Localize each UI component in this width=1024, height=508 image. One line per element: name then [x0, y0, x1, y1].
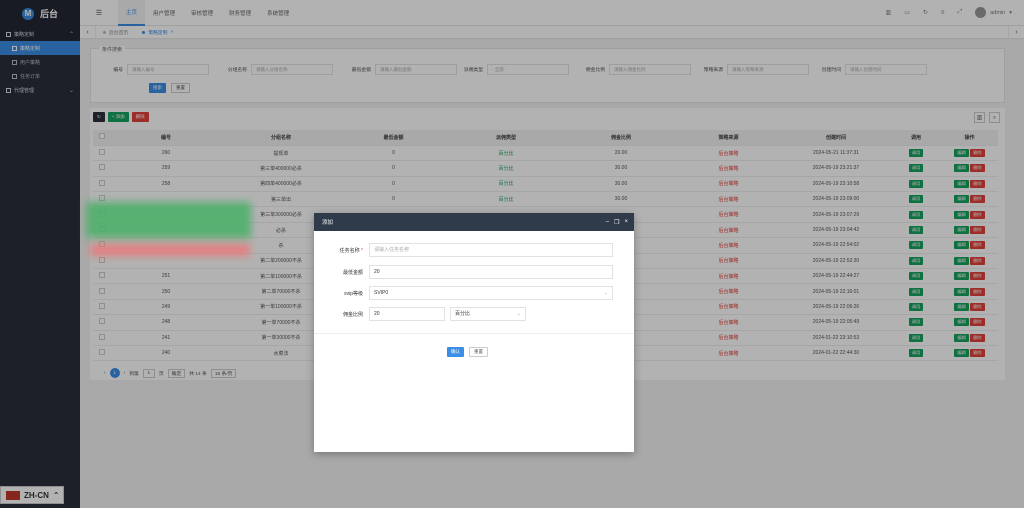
required-mark: *	[361, 247, 363, 254]
field-label: 任务名称 *	[314, 247, 369, 254]
ratio-type-select[interactable]: 百分比 ⌄	[450, 307, 526, 321]
close-icon[interactable]: ×	[624, 219, 628, 226]
dialog-actions: 确认 重置	[447, 347, 488, 357]
field-label: 最低金额	[342, 269, 363, 276]
dialog-field-min-amount: 最低金额 20	[314, 265, 613, 279]
dialog-title: 添加	[322, 220, 334, 226]
field-label: svip等级	[344, 290, 363, 297]
svip-value: SVIP0	[374, 290, 389, 296]
confirm-button[interactable]: 确认	[447, 347, 464, 357]
dialog-field-task-name: 任务名称 * 请输入任务名称	[314, 243, 613, 257]
blurred-block	[90, 244, 250, 256]
dialog-field-svip: svip等级 SVIP0 ⌄	[314, 286, 613, 300]
minimize-icon[interactable]: –	[606, 219, 609, 226]
chevron-down-icon: ⌄	[516, 311, 521, 317]
maximize-icon[interactable]: ❐	[614, 219, 619, 226]
dialog-header: 添加 – ❐ ×	[314, 213, 634, 231]
ratio-type-value: 百分比	[455, 311, 471, 317]
dialog-reset-button[interactable]: 重置	[469, 347, 488, 357]
blurred-block	[86, 202, 251, 238]
dialog-divider	[314, 333, 634, 334]
dialog-controls: – ❐ ×	[606, 219, 634, 226]
add-dialog: 添加 – ❐ × 任务名称 * 请输入任务名称 最低金额 20 svip等级 S…	[314, 213, 634, 452]
field-label: 佣金比例	[342, 311, 363, 318]
ratio-input[interactable]: 20	[369, 307, 445, 321]
task-name-input[interactable]: 请输入任务名称	[369, 243, 613, 257]
chevron-down-icon: ⌄	[603, 290, 608, 296]
svip-select[interactable]: SVIP0 ⌄	[369, 286, 613, 300]
min-amount-input[interactable]: 20	[369, 265, 613, 279]
dialog-field-ratio: 佣金比例 20 百分比 ⌄	[314, 307, 526, 321]
blurred-region	[86, 196, 286, 260]
label-text: 任务名称	[339, 247, 360, 254]
